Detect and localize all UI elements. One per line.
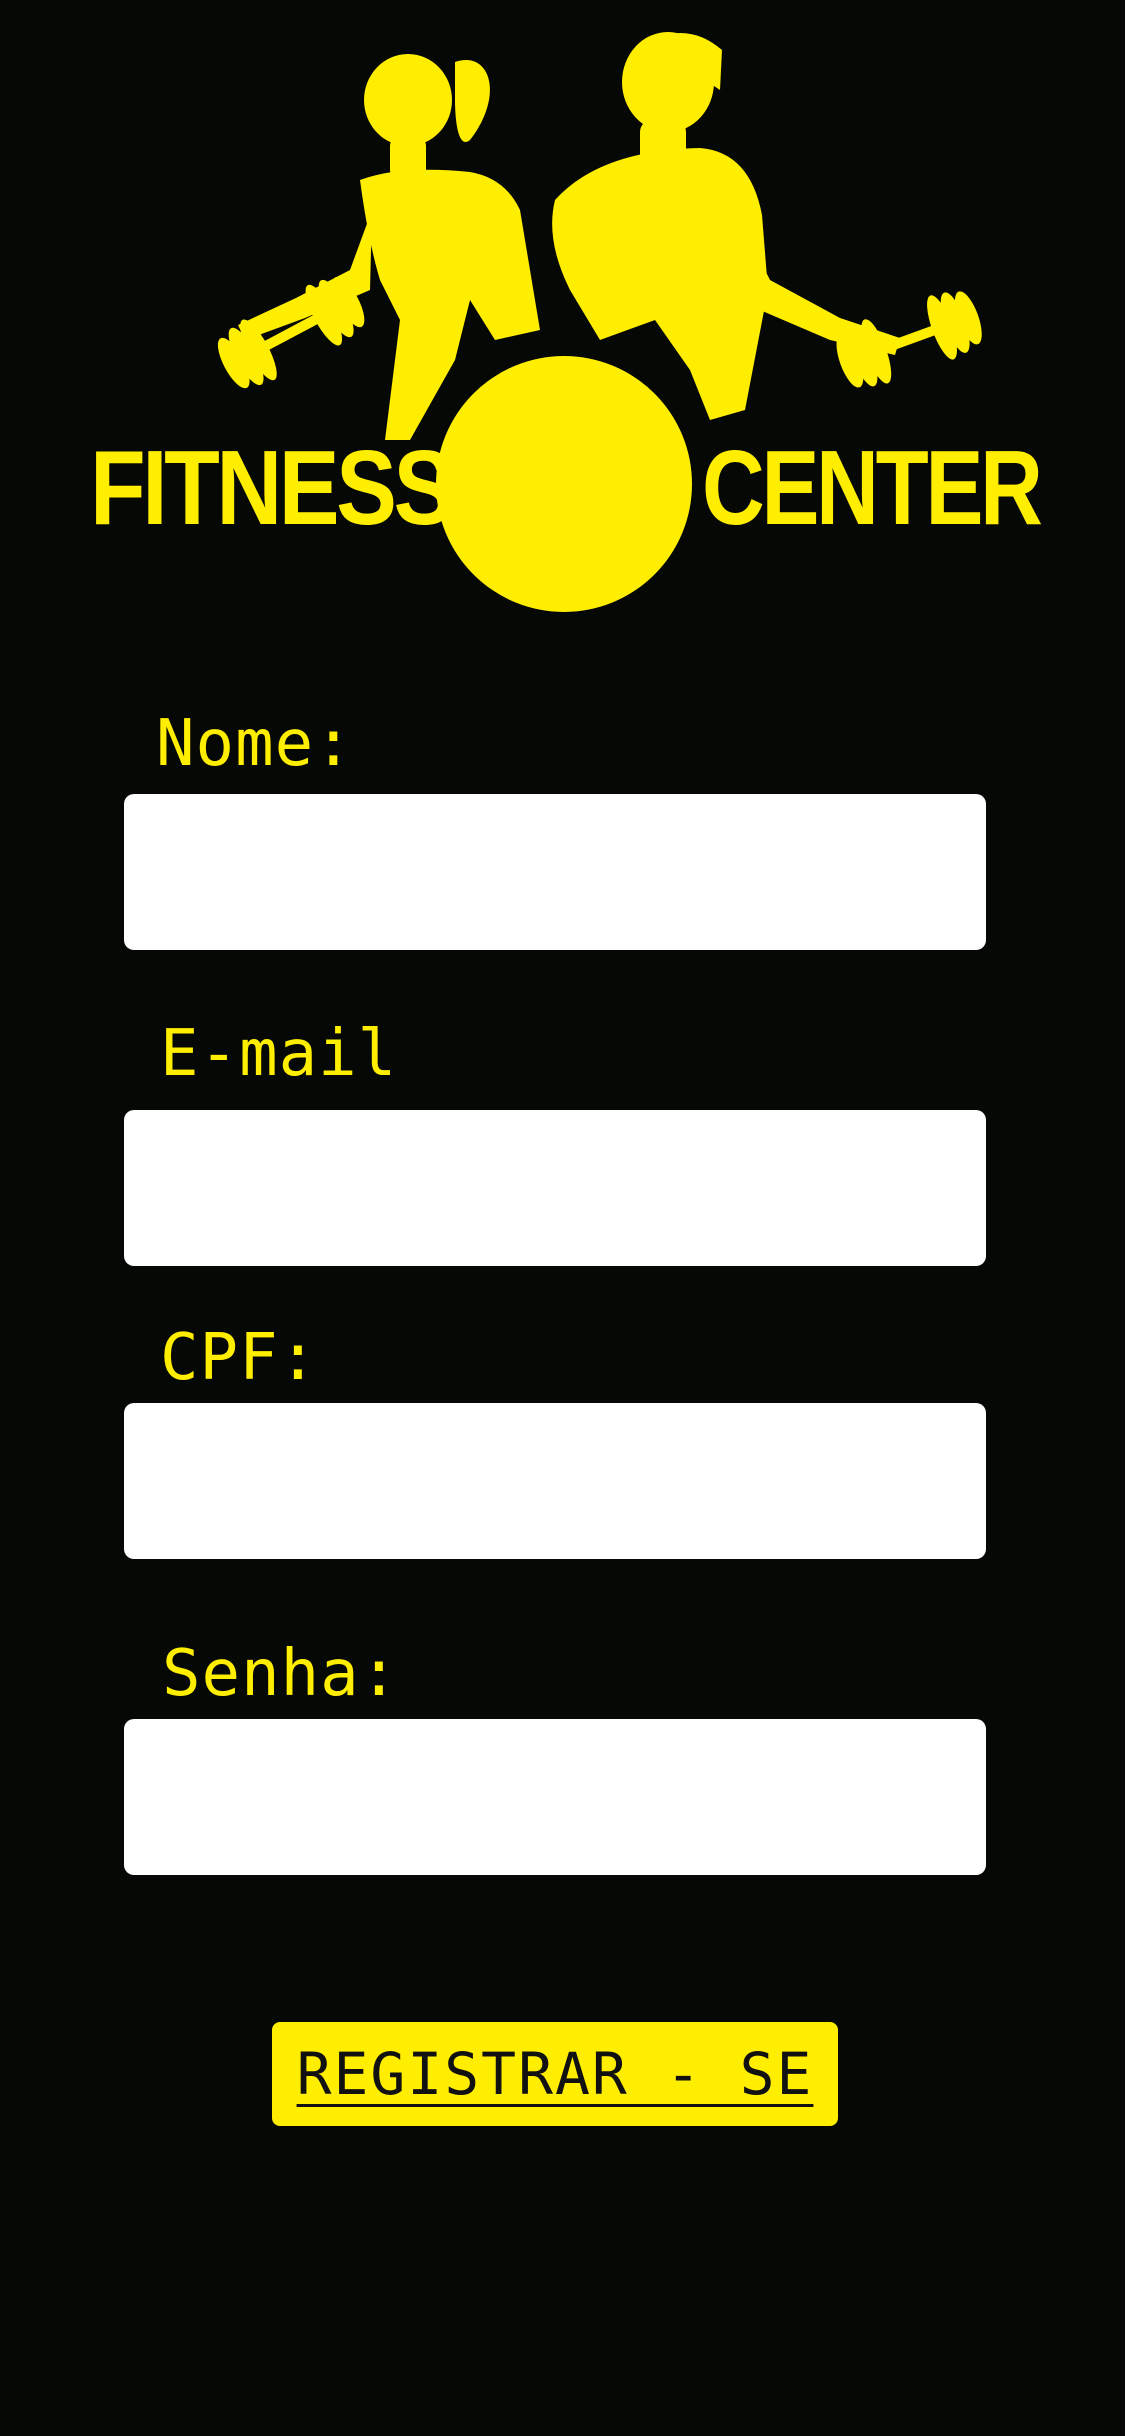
name-input[interactable] — [124, 794, 986, 950]
fitness-center-logo: FITNESS CENTER — [0, 0, 1125, 640]
brand-word-right: CENTER — [702, 429, 1043, 547]
cpf-label: CPF: — [160, 1321, 319, 1395]
name-label: Nome: — [156, 707, 354, 781]
cpf-input[interactable] — [124, 1403, 986, 1559]
email-input[interactable] — [124, 1110, 986, 1266]
register-button[interactable]: REGISTRAR - SE — [272, 2022, 838, 2126]
email-label: E-mail — [160, 1017, 398, 1091]
password-input[interactable] — [124, 1719, 986, 1875]
brand-word-left: FITNESS — [90, 429, 454, 547]
password-label: Senha: — [162, 1637, 400, 1711]
register-button-label: REGISTRAR - SE — [296, 2040, 814, 2108]
